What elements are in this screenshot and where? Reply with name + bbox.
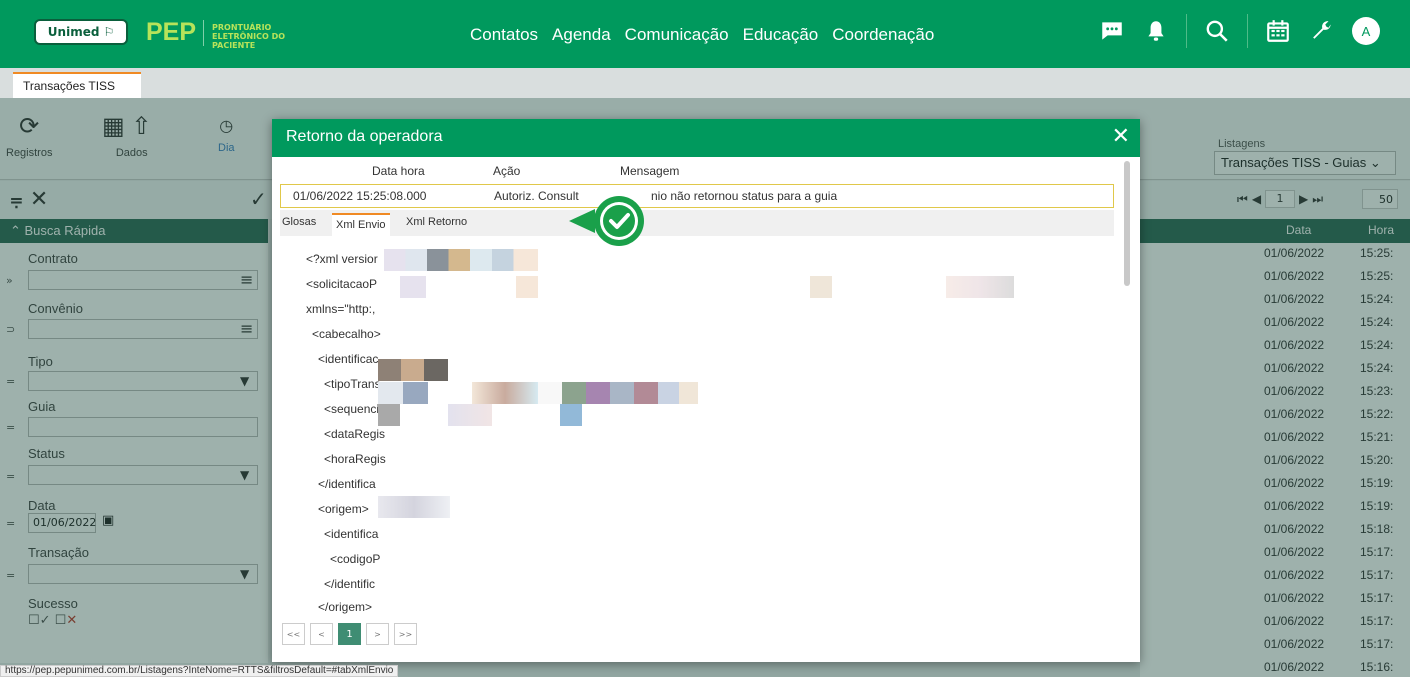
unimed-logo[interactable]: Unimed ⚐	[34, 19, 128, 45]
xml-subtabs: Glosas Xml Envio Xml Retorno	[280, 210, 1114, 236]
xml-line: <solicitacaoP	[306, 277, 378, 291]
xml-content[interactable]: <?xml versior <solicitacaoP xmlns="http:…	[280, 236, 1114, 623]
xml-line: </identifica	[318, 477, 376, 491]
tab-glosas[interactable]: Glosas	[282, 216, 316, 228]
pep-logo[interactable]: PEP	[146, 18, 196, 47]
nav-comunicacao[interactable]: Comunicação	[625, 25, 729, 45]
xml-pager: << < 1 > >>	[282, 623, 417, 645]
next-page-button[interactable]: >	[366, 623, 389, 645]
redacted-block	[378, 404, 400, 426]
modal-scrollbar[interactable]	[1124, 161, 1130, 286]
modal-header: Retorno da operadora ✕	[272, 119, 1140, 157]
page-1-button[interactable]: 1	[338, 623, 361, 645]
top-header: Unimed ⚐ PEP PRONTUÁRIO ELETRÔNICO DO PAC…	[0, 0, 1410, 68]
calendar-icon[interactable]	[1264, 17, 1292, 45]
xml-line: <origem>	[318, 502, 369, 516]
nav-coordenacao[interactable]: Coordenação	[832, 25, 934, 45]
header-actions: A	[1098, 14, 1380, 48]
xml-line: xmlns="http:,	[306, 302, 376, 316]
xml-line: <dataRegis	[324, 427, 386, 441]
nav-contatos[interactable]: Contatos	[470, 25, 538, 45]
redacted-block	[560, 404, 582, 426]
last-page-button[interactable]: >>	[394, 623, 417, 645]
tab-xml-envio[interactable]: Xml Envio	[332, 213, 390, 236]
row-mensagem: nio não retornou status para a guia	[651, 189, 838, 203]
col-data-hora[interactable]: Data hora	[372, 164, 425, 178]
user-avatar[interactable]: A	[1352, 17, 1380, 45]
xml-line: <cabecalho>	[312, 327, 381, 341]
xml-line: <identifica	[324, 527, 379, 541]
redacted-block	[378, 359, 448, 381]
main-nav: Contatos Agenda Comunicação Educação Coo…	[470, 25, 934, 45]
first-page-button[interactable]: <<	[282, 623, 305, 645]
header-divider	[1247, 14, 1248, 48]
xml-line: <identificac	[318, 352, 379, 366]
bell-icon[interactable]	[1142, 17, 1170, 45]
retorno-operadora-modal: Retorno da operadora ✕ Data hora Ação Me…	[272, 119, 1140, 662]
redacted-block	[472, 382, 538, 404]
xml-line: <tipoTrans	[324, 377, 381, 391]
modal-title: Retorno da operadora	[286, 128, 443, 145]
xml-line: <codigoP	[330, 552, 381, 566]
chat-icon[interactable]	[1098, 17, 1126, 45]
header-divider	[1186, 14, 1187, 48]
redacted-block	[538, 382, 698, 404]
pep-subtitle: PRONTUÁRIO ELETRÔNICO DO PACIENTE	[212, 23, 286, 50]
retorno-row[interactable]: 01/06/2022 15:25:08.000 Autoriz. Consult…	[280, 184, 1114, 208]
col-mensagem[interactable]: Mensagem	[620, 164, 679, 178]
success-check-icon	[569, 196, 644, 246]
redacted-block	[378, 382, 428, 404]
redacted-block	[810, 276, 832, 298]
logo-divider	[203, 20, 204, 46]
search-icon[interactable]	[1203, 17, 1231, 45]
tab-transacoes-tiss[interactable]: Transações TISS	[13, 72, 141, 98]
wrench-icon[interactable]	[1308, 17, 1336, 45]
browser-status-url: https://pep.pepunimed.com.br/Listagens?I…	[0, 665, 399, 677]
redacted-block	[516, 276, 538, 298]
xml-line: </identific	[324, 577, 376, 591]
xml-line: </origem>	[318, 600, 373, 614]
xml-line: <?xml versior	[306, 252, 378, 266]
prev-page-button[interactable]: <	[310, 623, 333, 645]
xml-line: <sequenci	[324, 402, 380, 416]
xml-line: <horaRegis	[324, 452, 386, 466]
redacted-block	[400, 276, 426, 298]
redacted-block	[946, 276, 1014, 298]
row-data-hora: 01/06/2022 15:25:08.000	[293, 189, 427, 203]
tab-strip: Transações TISS	[0, 68, 1410, 98]
tab-xml-retorno[interactable]: Xml Retorno	[406, 216, 467, 228]
nav-educacao[interactable]: Educação	[743, 25, 819, 45]
redacted-block	[384, 249, 538, 271]
col-acao[interactable]: Ação	[493, 164, 520, 178]
nav-agenda[interactable]: Agenda	[552, 25, 611, 45]
close-icon[interactable]: ✕	[1112, 123, 1130, 149]
redacted-block	[378, 496, 450, 518]
redacted-block	[448, 404, 492, 426]
